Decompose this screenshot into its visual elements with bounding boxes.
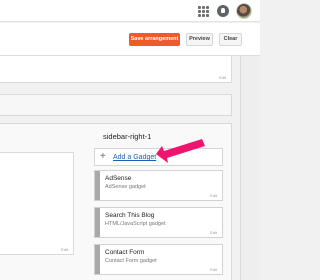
preview-button[interactable]: Preview — [186, 33, 213, 46]
edit-link[interactable]: Edit — [210, 267, 217, 272]
apps-grid-icon[interactable] — [198, 6, 209, 17]
edit-link[interactable]: Edit — [210, 193, 217, 198]
top-bar — [0, 0, 260, 22]
drag-handle[interactable] — [95, 208, 100, 237]
gadget-title: AdSense — [105, 175, 132, 182]
gadget-adsense[interactable]: AdSense AdSense gadget Edit — [94, 170, 223, 201]
sidebar-section-title: sidebar-right-1 — [103, 132, 152, 141]
edit-link[interactable]: Edit — [219, 75, 226, 80]
edit-link[interactable]: Edit — [210, 230, 217, 235]
plus-icon: + — [100, 151, 106, 162]
add-gadget-link[interactable]: Add a Gadget — [113, 154, 156, 161]
gadget-subtitle: Contact Form gadget — [105, 258, 157, 264]
gadget-contact-form[interactable]: Contact Form Contact Form gadget Edit — [94, 244, 223, 275]
gadget-title: Contact Form — [105, 249, 145, 256]
blog-posts-gadget: Edit — [0, 152, 74, 255]
clear-button[interactable]: Clear — [219, 33, 242, 46]
edit-link[interactable]: Edit — [61, 247, 68, 252]
drag-handle[interactable] — [95, 171, 100, 200]
gadget-title: Search This Blog — [105, 212, 155, 219]
notifications-icon[interactable] — [217, 5, 229, 17]
avatar[interactable] — [236, 3, 252, 19]
drag-handle[interactable] — [95, 245, 100, 274]
header-gadget-panel: Edit — [0, 56, 232, 83]
gadget-subtitle: HTML/JavaScript gadget — [105, 221, 166, 227]
layout-action-bar: Save arrangement Preview Clear — [0, 23, 260, 56]
gadget-subtitle: AdSense gadget — [105, 184, 146, 190]
save-arrangement-button[interactable]: Save arrangement — [129, 33, 180, 46]
gadget-search-this-blog[interactable]: Search This Blog HTML/JavaScript gadget … — [94, 207, 223, 238]
arrow-annotation — [156, 139, 205, 163]
section-strip — [0, 94, 232, 116]
